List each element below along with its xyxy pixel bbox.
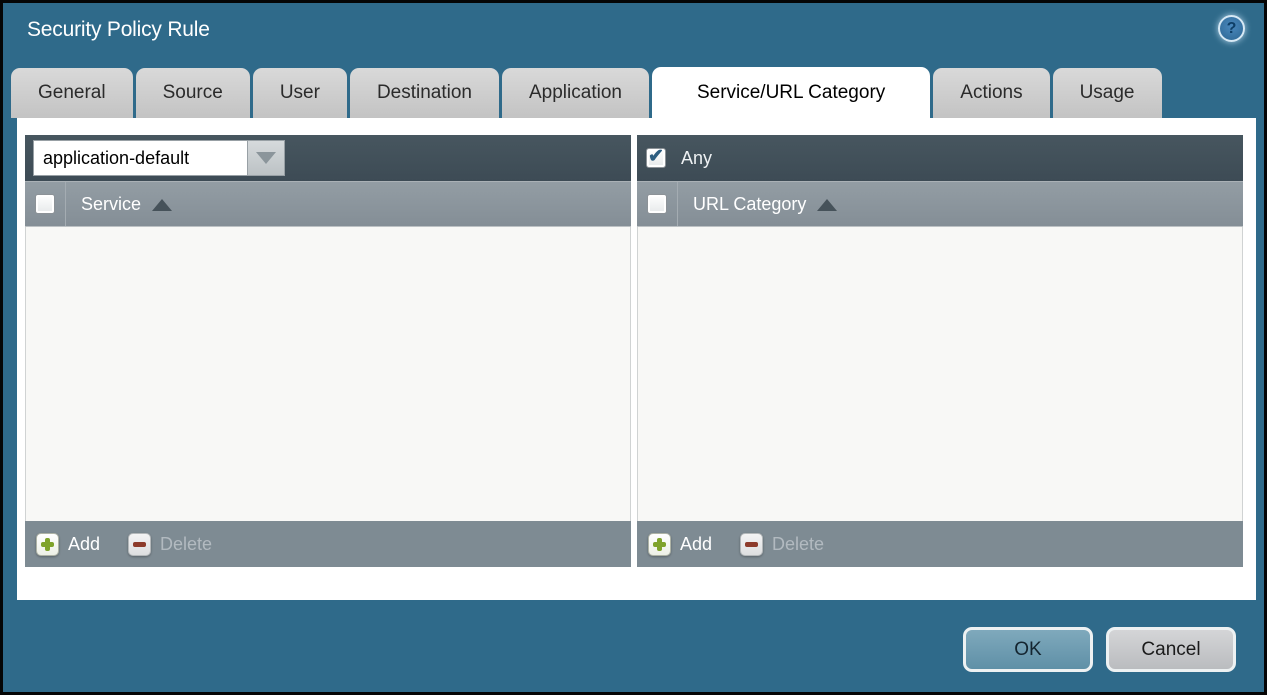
tab-source[interactable]: Source	[136, 68, 250, 118]
service-toolbar: application-default	[25, 135, 631, 181]
sort-ascending-icon	[817, 199, 837, 211]
add-button-label: Add	[680, 534, 712, 555]
url-category-checkbox-column	[637, 182, 678, 226]
url-category-column-label: URL Category	[693, 194, 806, 215]
tab-application[interactable]: Application	[502, 68, 649, 118]
ok-button[interactable]: OK	[963, 627, 1093, 672]
any-row: ✔ Any	[646, 148, 712, 169]
tab-user[interactable]: User	[253, 68, 347, 118]
tab-content-area: application-default Service Add	[17, 118, 1256, 600]
tab-destination[interactable]: Destination	[350, 68, 499, 118]
any-label: Any	[681, 148, 712, 169]
plus-icon	[36, 533, 59, 556]
service-add-button[interactable]: Add	[36, 533, 100, 556]
service-list[interactable]	[25, 227, 631, 521]
service-select-all-checkbox[interactable]	[35, 194, 55, 214]
minus-icon	[128, 533, 151, 556]
service-column-label: Service	[81, 194, 141, 215]
help-icon[interactable]: ?	[1218, 15, 1245, 42]
delete-button-label: Delete	[160, 534, 212, 555]
tab-general[interactable]: General	[11, 68, 133, 118]
dialog-title: Security Policy Rule	[27, 18, 210, 42]
dropdown-button[interactable]	[247, 140, 285, 176]
url-category-column-header[interactable]: URL Category	[637, 181, 1243, 227]
url-category-delete-button[interactable]: Delete	[740, 533, 824, 556]
url-category-panel: ✔ Any URL Category Add	[637, 135, 1243, 567]
tab-service-url-category[interactable]: Service/URL Category	[652, 67, 930, 118]
tab-actions[interactable]: Actions	[933, 68, 1049, 118]
service-panel: application-default Service Add	[25, 135, 631, 567]
service-checkbox-column	[25, 182, 66, 226]
url-category-select-all-checkbox[interactable]	[647, 194, 667, 214]
add-button-label: Add	[68, 534, 100, 555]
minus-icon	[740, 533, 763, 556]
chevron-down-icon	[256, 152, 276, 164]
any-checkbox[interactable]: ✔	[646, 148, 666, 168]
service-column-header[interactable]: Service	[25, 181, 631, 227]
url-category-list[interactable]	[637, 227, 1243, 521]
service-type-dropdown[interactable]: application-default	[33, 140, 285, 176]
url-category-add-button[interactable]: Add	[648, 533, 712, 556]
delete-button-label: Delete	[772, 534, 824, 555]
cancel-button[interactable]: Cancel	[1106, 627, 1236, 672]
plus-icon	[648, 533, 671, 556]
checkmark-icon: ✔	[648, 147, 664, 166]
tab-bar: General Source User Destination Applicat…	[11, 68, 1162, 118]
tab-usage[interactable]: Usage	[1053, 68, 1162, 118]
service-action-bar: Add Delete	[25, 521, 631, 567]
security-policy-rule-dialog: Security Policy Rule ? General Source Us…	[0, 0, 1267, 695]
url-category-toolbar: ✔ Any	[637, 135, 1243, 181]
service-type-value[interactable]: application-default	[33, 140, 247, 176]
url-category-action-bar: Add Delete	[637, 521, 1243, 567]
service-delete-button[interactable]: Delete	[128, 533, 212, 556]
sort-ascending-icon	[152, 199, 172, 211]
